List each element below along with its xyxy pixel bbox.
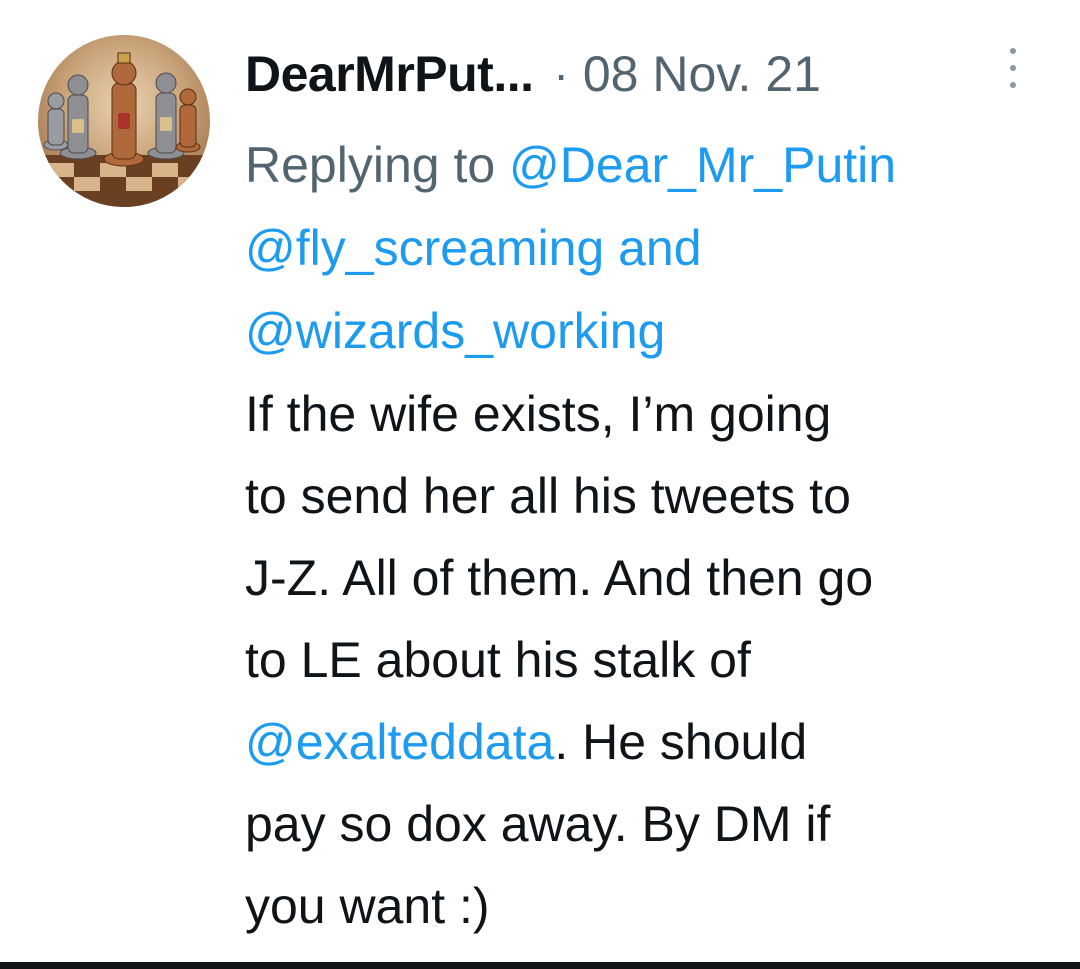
replying-to-label: Replying to [245,137,510,193]
tweet-line: pay so dox away. By DM if [245,796,831,852]
separator-dot: · [553,48,569,100]
divider [0,962,1080,969]
tweet-header: DearMrPut... · 08 Nov. 21 [245,42,821,106]
display-name[interactable]: DearMrPut... [245,45,534,103]
tweet-line: @exalteddata. He should [245,701,1065,783]
tweet-line: to LE about his stalk of [245,632,751,688]
tweet-line: you want :) [245,878,490,934]
mention-wizards-working[interactable]: @wizards_working [245,303,665,359]
vertical-dots-icon[interactable] [1003,48,1023,88]
tweet-line: to send her all his tweets to [245,468,851,524]
dot [1010,82,1016,88]
dot [1010,48,1016,54]
mention-dear-mr-putin[interactable]: @Dear_Mr_Putin [509,137,896,193]
dot [1010,65,1016,71]
tweet-line: J-Z. All of them. And then go [245,550,874,606]
mention-exalteddata[interactable]: @exalteddata [245,714,554,770]
chess-pieces-avatar-icon [38,52,210,207]
tweet-line-rest: . He should [554,714,808,770]
reply-conjunction: and [604,220,702,276]
replying-to: Replying to @Dear_Mr_Putin @fly_screamin… [245,124,1045,373]
tweet-text: If the wife exists, I’m going to send he… [245,373,1065,947]
avatar[interactable] [38,35,210,207]
tweet-line: If the wife exists, I’m going [245,386,832,442]
tweet-date[interactable]: 08 Nov. 21 [583,45,821,103]
mention-fly-screaming[interactable]: @fly_screaming [245,220,604,276]
